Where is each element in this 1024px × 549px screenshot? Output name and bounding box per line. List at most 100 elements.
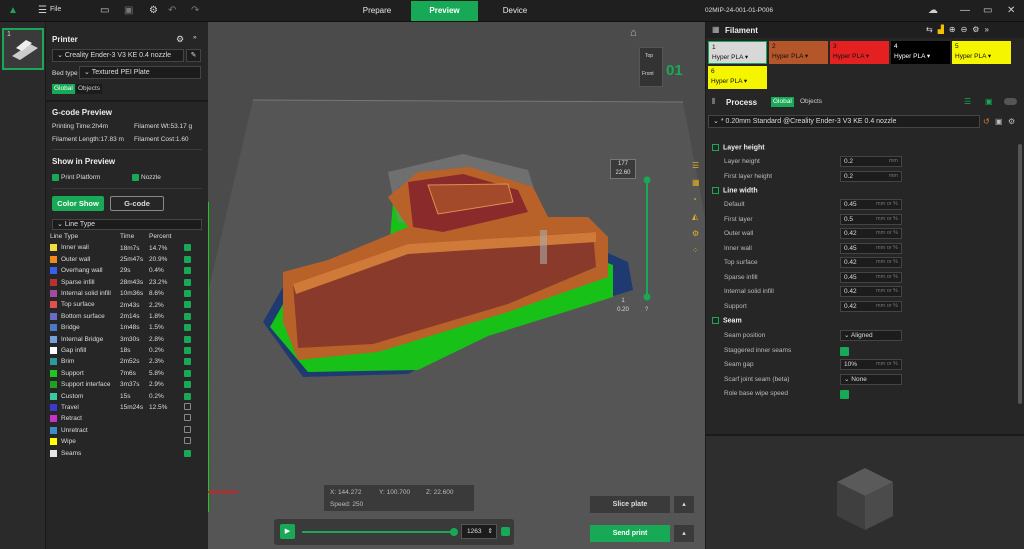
visibility-checkbox[interactable] [184, 290, 191, 298]
layer-slider-top-handle[interactable] [643, 176, 651, 184]
remove-filament-icon[interactable]: ⊖ [961, 25, 973, 34]
preset-edit-icon[interactable]: ⚙ [1008, 117, 1015, 126]
layer-move-slider-handle[interactable] [450, 528, 458, 536]
measure-icon[interactable]: ◭ [692, 208, 704, 225]
visibility-checkbox[interactable] [184, 278, 191, 286]
save-icon[interactable]: ▣ [124, 4, 133, 18]
arrange-icon[interactable]: ⁘ [692, 242, 704, 259]
close-icon[interactable]: ✕ [1007, 4, 1015, 18]
setting-value-input[interactable]: 0.42 mm or % [840, 257, 902, 268]
filament-slot[interactable]: 4 Hyper PLA ▾ [891, 41, 950, 64]
setting-value-input[interactable]: 0.2 mm [840, 170, 902, 182]
visibility-checkbox[interactable] [184, 255, 191, 263]
undo-icon[interactable]: ↶ [168, 4, 176, 18]
view-cube-front[interactable]: Front [642, 71, 654, 77]
setting-value-input[interactable]: 0.5 mm or % [840, 213, 902, 225]
visibility-checkbox[interactable] [184, 425, 191, 433]
process-list-icon[interactable]: ☰ [964, 97, 971, 106]
help-button[interactable]: ? [645, 307, 648, 313]
visibility-checkbox[interactable] [184, 414, 191, 422]
filament-collapse-icon[interactable]: » [984, 25, 993, 34]
filament-slot[interactable]: 3 Hyper PLA ▾ [830, 41, 889, 64]
line-type-select[interactable]: ⌄ Line Type [52, 219, 202, 230]
view-cube-top[interactable]: Top [645, 53, 653, 59]
visibility-checkbox[interactable] [184, 403, 191, 411]
file-menu[interactable]: File [50, 6, 61, 13]
printer-collapse-icon[interactable]: » [193, 34, 197, 41]
minimize-icon[interactable]: — [960, 4, 970, 18]
filament-settings-icon[interactable]: ⚙ [972, 25, 984, 34]
cloud-upload-icon[interactable]: ☁ [928, 4, 938, 18]
setting-checkbox[interactable] [840, 346, 849, 356]
process-scope-global[interactable]: Global [771, 97, 794, 107]
preset-save-icon[interactable]: ▣ [995, 117, 1003, 126]
process-advanced-toggle[interactable] [1004, 98, 1017, 105]
setting-value-input[interactable]: 0.45 mm or % [840, 242, 902, 254]
gcode-button[interactable]: G-code [110, 196, 164, 211]
layer-index-stepper[interactable]: 1263 ⇕ [461, 524, 497, 539]
printer-select[interactable]: ⌄ Creality Ender-3 V3 KE 0.4 nozzle [52, 49, 184, 62]
send-print-dropdown[interactable]: ▴ [674, 525, 694, 542]
settings-scrollbar[interactable] [1018, 144, 1022, 404]
process-scope-objects[interactable]: Objects [798, 97, 824, 107]
filament-slot[interactable]: 1 Hyper PLA ▾ [708, 41, 767, 64]
nozzle-checkbox[interactable]: Nozzle [132, 174, 161, 181]
slice-plate-dropdown[interactable]: ▴ [674, 496, 694, 513]
tab-device[interactable]: Device [480, 1, 550, 21]
layer-lock-icon[interactable] [501, 527, 510, 536]
filament-slot[interactable]: 2 Hyper PLA ▾ [769, 41, 828, 64]
visibility-checkbox[interactable] [184, 244, 191, 252]
setting-value-input[interactable]: 0.42 mm or % [840, 228, 902, 239]
setting-value-input[interactable]: 10% mm or % [840, 359, 902, 370]
speed-icon[interactable]: ◔ [692, 191, 704, 208]
scope-tab-objects[interactable]: Objects [76, 84, 103, 94]
visibility-checkbox[interactable] [184, 437, 191, 445]
setting-value-input[interactable]: 0.42 mm or % [840, 286, 902, 297]
plate-thumbnail[interactable]: 1 [2, 28, 44, 70]
print-platform-checkbox[interactable]: Print Platform [52, 174, 100, 181]
slice-plate-button[interactable]: Slice plate [590, 496, 670, 513]
scope-tab-global[interactable]: Global [52, 84, 75, 94]
visibility-checkbox[interactable] [184, 381, 191, 389]
layer-slider-bottom-handle[interactable] [643, 293, 651, 301]
home-view-icon[interactable]: ⌂ [630, 27, 637, 39]
paint-icon[interactable]: ▟ [938, 25, 949, 34]
setting-checkbox[interactable] [840, 390, 849, 399]
process-preset-select[interactable]: ⌄ * 0.20mm Standard @Creality Ender-3 V3… [708, 115, 980, 128]
filament-slot[interactable]: 5 Hyper PLA ▾ [952, 41, 1011, 64]
view-cube[interactable]: Top Front [639, 47, 663, 87]
tab-preview[interactable]: Preview [411, 1, 478, 21]
bed-type-select[interactable]: ⌄ Textured PEI Plate [79, 66, 201, 79]
process-compare-icon[interactable]: ▣ [985, 97, 993, 106]
visibility-checkbox[interactable] [184, 324, 191, 332]
sync-icon[interactable]: ⇆ [926, 25, 938, 34]
color-show-button[interactable]: Color Show [52, 196, 104, 211]
visibility-checkbox[interactable] [184, 267, 191, 275]
filament-slot[interactable]: 6 Hyper PLA ▾ [708, 66, 767, 89]
setting-select[interactable]: ⌄ None [840, 373, 902, 385]
view-settings-icon[interactable]: ⚙ [692, 225, 704, 242]
setting-value-input[interactable]: 0.42 mm or % [840, 300, 902, 312]
play-button[interactable]: ▶ [280, 524, 295, 539]
visibility-checkbox[interactable] [184, 449, 191, 457]
settings-icon[interactable]: ⚙ [149, 4, 158, 18]
tab-prepare[interactable]: Prepare [342, 1, 412, 21]
open-folder-icon[interactable]: ▭ [100, 4, 109, 18]
setting-select[interactable]: ⌄ Aligned [840, 330, 902, 341]
redo-icon[interactable]: ↷ [191, 4, 199, 18]
add-filament-icon[interactable]: ⊕ [949, 25, 961, 34]
preset-reset-icon[interactable]: ↺ [983, 117, 990, 126]
visibility-checkbox[interactable] [184, 346, 191, 354]
legend-icon[interactable]: ☰ [692, 157, 704, 174]
visibility-checkbox[interactable] [184, 392, 191, 400]
layers-icon[interactable]: ▦ [692, 174, 704, 191]
maximize-icon[interactable]: ▭ [983, 4, 992, 18]
visibility-checkbox[interactable] [184, 301, 191, 309]
menu-icon[interactable]: ☰ [38, 4, 47, 18]
layer-move-slider-track[interactable] [302, 531, 452, 533]
setting-value-input[interactable]: 0.45 mm or % [840, 271, 902, 283]
visibility-checkbox[interactable] [184, 369, 191, 377]
visibility-checkbox[interactable] [184, 335, 191, 343]
send-print-button[interactable]: Send print [590, 525, 670, 542]
3d-viewport[interactable]: << ⌂ Top Front 01 17722.60 10.20 ? ☰ ▦ ◔… [208, 22, 705, 549]
